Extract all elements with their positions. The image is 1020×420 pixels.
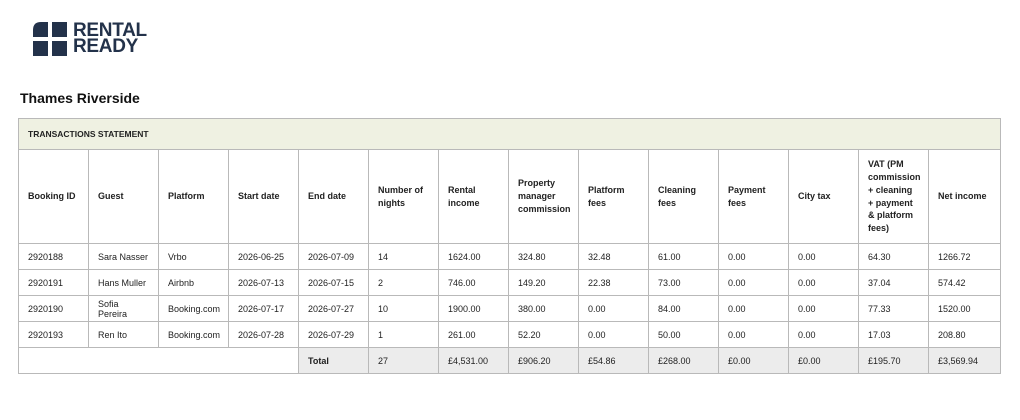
col-header-pm-commission: Property manager commission (508, 149, 579, 244)
cell-nights: 2 (368, 269, 439, 296)
cell-net-income: 1520.00 (927, 295, 1002, 322)
cell-pm-commission: 52.20 (508, 321, 579, 348)
table-row: 2920193 Ren Ito Booking.com 2026-07-28 2026-… (18, 321, 1002, 348)
cell-platform: Booking.com (158, 295, 229, 322)
cell-start-date: 2026-06-25 (228, 243, 299, 270)
cell-nights: 14 (368, 243, 439, 270)
cell-cleaning-fees: 50.00 (648, 321, 719, 348)
cell-net-income: 208.80 (927, 321, 1002, 348)
cell-booking-id: 2920188 (18, 243, 89, 270)
cell-guest: Hans Muller (88, 269, 159, 296)
cell-platform: Vrbo (158, 243, 229, 270)
total-pm-commission: £906.20 (508, 347, 579, 374)
cell-city-tax: 0.00 (788, 243, 859, 270)
col-header-payment-fees: Payment fees (718, 149, 789, 244)
rental-ready-logo: RENTAL READY (33, 21, 147, 57)
totals-blank-cell (18, 347, 299, 374)
transactions-table: TRANSACTIONS STATEMENT Booking ID Guest Pl… (17, 118, 1002, 374)
cell-vat: 64.30 (858, 243, 929, 270)
section-title: TRANSACTIONS STATEMENT (17, 118, 1002, 150)
cell-platform: Booking.com (158, 321, 229, 348)
section-header-row: TRANSACTIONS STATEMENT (17, 118, 1002, 150)
cell-cleaning-fees: 61.00 (648, 243, 719, 270)
cell-vat: 17.03 (858, 321, 929, 348)
col-header-guest: Guest (88, 149, 159, 244)
cell-vat: 37.04 (858, 269, 929, 296)
total-platform-fees: £54.86 (578, 347, 649, 374)
cell-net-income: 574.42 (927, 269, 1002, 296)
cell-cleaning-fees: 84.00 (648, 295, 719, 322)
cell-vat: 77.33 (858, 295, 929, 322)
total-payment-fees: £0.00 (718, 347, 789, 374)
cell-booking-id: 2920191 (18, 269, 89, 296)
cell-rental-income: 261.00 (438, 321, 509, 348)
cell-platform-fees: 0.00 (578, 321, 649, 348)
col-header-end-date: End date (298, 149, 369, 244)
cell-guest: Sara Nasser (88, 243, 159, 270)
cell-booking-id: 2920193 (18, 321, 89, 348)
total-vat: £195.70 (858, 347, 929, 374)
col-header-start-date: Start date (228, 149, 299, 244)
total-nights: 27 (368, 347, 439, 374)
cell-platform-fees: 22.38 (578, 269, 649, 296)
cell-payment-fees: 0.00 (718, 269, 789, 296)
property-title: Thames Riverside (20, 90, 140, 106)
table-row: 2920188 Sara Nasser Vrbo 2026-06-25 2026-07-… (18, 243, 1002, 270)
cell-platform-fees: 0.00 (578, 295, 649, 322)
cell-start-date: 2026-07-28 (228, 321, 299, 348)
cell-payment-fees: 0.00 (718, 321, 789, 348)
col-header-rental-income: Rental income (438, 149, 509, 244)
col-header-platform-fees: Platform fees (578, 149, 649, 244)
cell-end-date: 2026-07-09 (298, 243, 369, 270)
logo-wordmark: RENTAL READY (73, 21, 147, 57)
cell-pm-commission: 380.00 (508, 295, 579, 322)
cell-end-date: 2026-07-29 (298, 321, 369, 348)
total-city-tax: £0.00 (788, 347, 859, 374)
logo-word-ready: READY (73, 36, 139, 57)
cell-booking-id: 2920190 (18, 295, 89, 322)
cell-platform-fees: 32.48 (578, 243, 649, 270)
total-label: Total (298, 347, 369, 374)
table-row: 2920191 Hans Muller Airbnb 2026-07-13 2026-0… (18, 269, 1002, 296)
cell-payment-fees: 0.00 (718, 243, 789, 270)
cell-platform: Airbnb (158, 269, 229, 296)
total-rental-income: £4,531.00 (438, 347, 509, 374)
total-net-income: £3,569.94 (927, 347, 1002, 374)
col-header-net-income: Net income (927, 149, 1002, 244)
cell-guest: Ren Ito (88, 321, 159, 348)
cell-nights: 1 (368, 321, 439, 348)
cell-rental-income: 1900.00 (438, 295, 509, 322)
cell-cleaning-fees: 73.00 (648, 269, 719, 296)
table-row: 2920190 Sofia Pereira Booking.com 2026-07-1… (18, 295, 1002, 322)
col-header-platform: Platform (158, 149, 229, 244)
cell-net-income: 1266.72 (927, 243, 1002, 270)
cell-rental-income: 1624.00 (438, 243, 509, 270)
cell-pm-commission: 324.80 (508, 243, 579, 270)
cell-payment-fees: 0.00 (718, 295, 789, 322)
col-header-booking-id: Booking ID (18, 149, 89, 244)
total-cleaning-fees: £268.00 (648, 347, 719, 374)
col-header-vat: VAT (PM commission + cleaning + payment … (858, 149, 929, 244)
column-header-row: Booking ID Guest Platform Start date End dat… (18, 149, 1002, 244)
cell-nights: 10 (368, 295, 439, 322)
cell-pm-commission: 149.20 (508, 269, 579, 296)
cell-start-date: 2026-07-17 (228, 295, 299, 322)
cell-start-date: 2026-07-13 (228, 269, 299, 296)
cell-city-tax: 0.00 (788, 321, 859, 348)
cell-end-date: 2026-07-27 (298, 295, 369, 322)
col-header-cleaning-fees: Cleaning fees (648, 149, 719, 244)
cell-end-date: 2026-07-15 (298, 269, 369, 296)
cell-rental-income: 746.00 (438, 269, 509, 296)
totals-row: Total 27 £4,531.00 £906.20 £54.86 £268.00 £0.0… (18, 347, 1002, 374)
cell-city-tax: 0.00 (788, 295, 859, 322)
col-header-nights: Number of nights (368, 149, 439, 244)
cell-guest: Sofia Pereira (88, 295, 159, 322)
cell-city-tax: 0.00 (788, 269, 859, 296)
rental-ready-logo-icon (33, 22, 67, 56)
col-header-city-tax: City tax (788, 149, 859, 244)
